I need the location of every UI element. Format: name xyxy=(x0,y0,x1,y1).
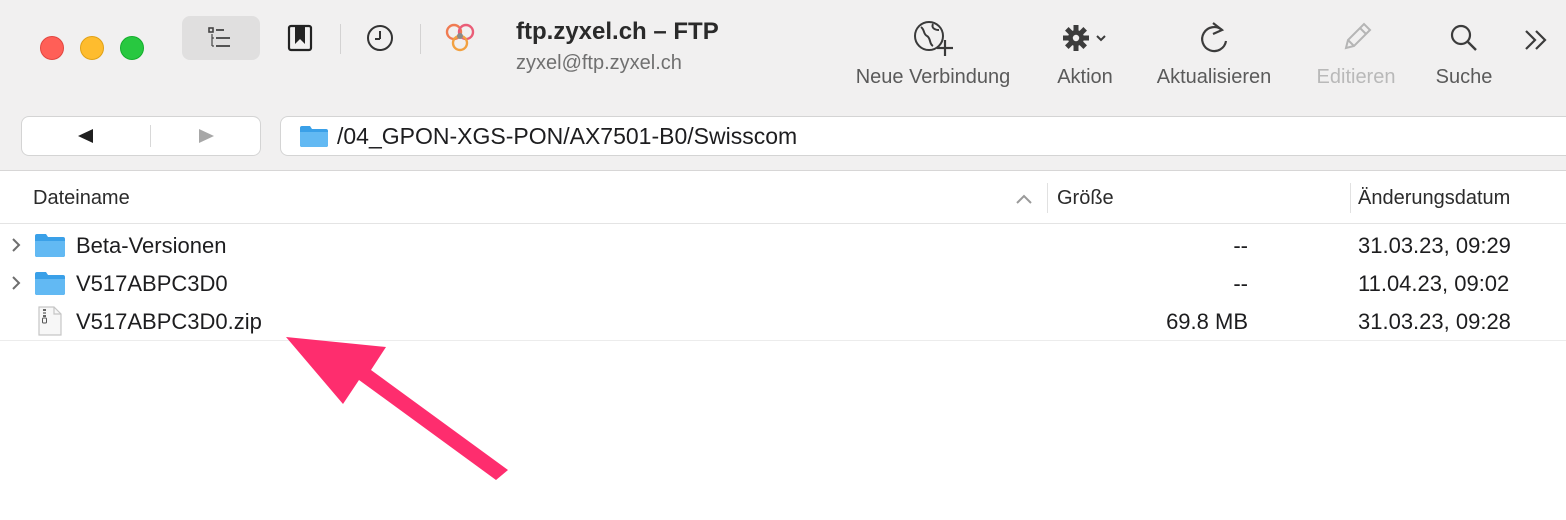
file-size: -- xyxy=(1233,271,1248,296)
search-label: Suche xyxy=(1435,66,1493,88)
search-icon xyxy=(1450,24,1477,51)
bonjour-icon xyxy=(445,23,475,52)
file-date: 31.03.23, 09:28 xyxy=(1358,309,1511,334)
back-button[interactable] xyxy=(22,117,150,155)
column-header-row: Dateiname Größe Änderungsdatum xyxy=(0,175,1566,224)
folder-icon xyxy=(35,272,65,295)
close-window-button[interactable] xyxy=(40,36,64,60)
list-view-icon xyxy=(208,27,230,47)
folder-icon xyxy=(300,126,328,147)
zip-file-icon xyxy=(38,306,62,336)
gear-dropdown-icon xyxy=(1063,25,1106,51)
column-header-date[interactable]: Änderungsdatum xyxy=(1358,187,1510,210)
new-connection-button[interactable]: Neue Verbindung xyxy=(842,18,1024,89)
toolbar: ftp.zyxel.ch – FTP zyxel@ftp.zyxel.ch Ne… xyxy=(0,0,1566,171)
window-subtitle: zyxel@ftp.zyxel.ch xyxy=(516,52,682,74)
disclosure-triangle-icon[interactable] xyxy=(10,237,22,253)
column-separator[interactable] xyxy=(1047,183,1048,213)
action-menu-button[interactable]: Aktion xyxy=(1046,18,1124,89)
file-name: V517ABPC3D0.zip xyxy=(76,309,262,334)
globe-plus-icon xyxy=(914,21,953,56)
window-title: ftp.zyxel.ch – FTP xyxy=(516,18,719,45)
history-button[interactable] xyxy=(360,18,400,58)
forward-button[interactable] xyxy=(151,117,261,155)
file-row[interactable]: V517ABPC3D0 -- 11.04.23, 09:02 xyxy=(0,264,1566,303)
bookmark-icon xyxy=(287,24,313,52)
refresh-button[interactable]: Aktualisieren xyxy=(1146,18,1282,89)
toolbar-overflow-button[interactable] xyxy=(1512,22,1560,58)
minimize-window-button[interactable] xyxy=(80,36,104,60)
edit-button[interactable]: Editieren xyxy=(1306,18,1406,89)
ftp-window: ftp.zyxel.ch – FTP zyxel@ftp.zyxel.ch Ne… xyxy=(0,0,1566,520)
clock-icon xyxy=(367,25,393,51)
forward-arrow-icon xyxy=(199,129,214,143)
search-button[interactable]: Suche xyxy=(1424,18,1504,89)
folder-icon xyxy=(35,234,65,257)
path-bar[interactable]: /04_GPON-XGS-PON/AX7501-B0/Swisscom xyxy=(280,116,1566,156)
sort-ascending-icon xyxy=(1016,194,1032,204)
edit-label: Editieren xyxy=(1316,66,1396,88)
file-size: -- xyxy=(1233,233,1248,258)
column-separator[interactable] xyxy=(1350,183,1351,213)
disclosure-triangle-icon[interactable] xyxy=(10,275,22,291)
bonjour-button[interactable] xyxy=(440,18,480,58)
back-forward-control xyxy=(21,116,261,156)
zoom-window-button[interactable] xyxy=(120,36,144,60)
file-row[interactable]: Beta-Versionen -- 31.03.23, 09:29 xyxy=(0,226,1566,265)
toolbar-separator xyxy=(340,24,341,54)
toolbar-separator xyxy=(420,24,421,54)
action-label: Aktion xyxy=(1057,66,1113,88)
back-arrow-icon xyxy=(78,129,93,143)
file-row[interactable]: V517ABPC3D0.zip 69.8 MB 31.03.23, 09:28 xyxy=(0,302,1566,341)
chevron-double-right-icon xyxy=(1525,30,1547,50)
file-size: 69.8 MB xyxy=(1166,309,1248,334)
new-connection-label: Neue Verbindung xyxy=(855,66,1011,88)
bookmarks-button[interactable] xyxy=(280,18,320,58)
column-header-name[interactable]: Dateiname xyxy=(33,187,130,210)
refresh-label: Aktualisieren xyxy=(1156,66,1272,88)
refresh-icon xyxy=(1201,22,1228,53)
file-date: 11.04.23, 09:02 xyxy=(1358,271,1510,296)
column-header-size[interactable]: Größe xyxy=(1057,187,1114,210)
view-mode-button[interactable] xyxy=(182,16,260,60)
file-date: 31.03.23, 09:29 xyxy=(1358,233,1511,258)
file-name: Beta-Versionen xyxy=(76,233,227,258)
pencil-icon xyxy=(1344,22,1372,50)
file-name: V517ABPC3D0 xyxy=(76,271,228,296)
current-path: /04_GPON-XGS-PON/AX7501-B0/Swisscom xyxy=(337,123,798,149)
